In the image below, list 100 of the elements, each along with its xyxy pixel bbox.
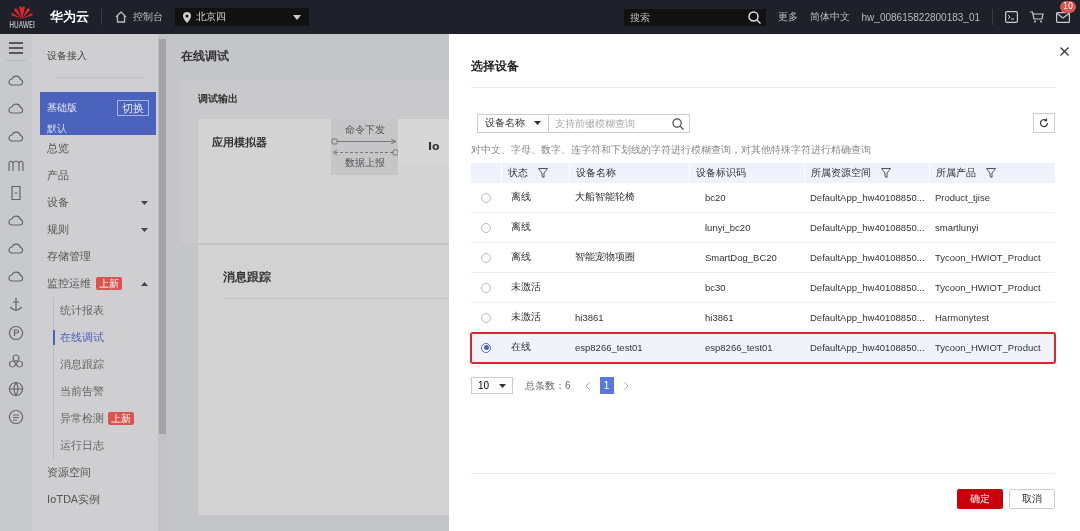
table-cell: bc30 (705, 282, 726, 293)
table-cell: bc20 (705, 192, 726, 203)
brand-name: 华为云 (50, 8, 90, 26)
field-select[interactable]: 设备名称 (477, 113, 549, 133)
column-header: 设备名称 (576, 166, 616, 180)
nav-item[interactable]: 产品 (47, 168, 69, 183)
table-cell: 在线 (511, 341, 531, 354)
cloud-icon[interactable] (8, 73, 24, 89)
table-cell: 离线 (511, 221, 531, 234)
page-size-select[interactable]: 10 (471, 377, 513, 394)
table-cell: DefaultApp_hw40108850... (810, 192, 925, 203)
column-header: 所属产品 (936, 166, 976, 180)
caret-down-icon[interactable] (534, 121, 541, 125)
close-icon[interactable] (1060, 47, 1069, 56)
caret-down-icon[interactable] (293, 14, 302, 20)
anchor-icon[interactable] (8, 297, 24, 313)
table-cell: Tycoon_HWIOT_Product (935, 252, 1041, 263)
console-link[interactable]: 控制台 (114, 10, 164, 24)
menu-icon[interactable] (9, 42, 23, 54)
cloud-icon[interactable] (8, 269, 24, 285)
location-pin-icon (183, 11, 192, 23)
cloud-icon[interactable] (8, 241, 24, 257)
arrows-drawing (330, 137, 399, 157)
table-cell: 未激活 (511, 311, 541, 324)
caret-down-icon[interactable] (499, 383, 506, 388)
nav-item[interactable]: 设备 (47, 195, 69, 210)
radio-button[interactable] (481, 222, 491, 233)
cluster-icon[interactable] (8, 353, 24, 369)
search-icon[interactable] (747, 10, 761, 24)
home-icon[interactable] (114, 10, 129, 24)
refresh-button[interactable] (1033, 113, 1055, 133)
page-title: 在线调试 (181, 48, 230, 65)
previous-page-icon[interactable] (584, 381, 590, 390)
table-cell: DefaultApp_hw40108850... (810, 342, 925, 353)
table-cell: Tycoon_HWIOT_Product (935, 282, 1041, 293)
radio-button[interactable] (481, 312, 491, 323)
nav-item[interactable]: 监控运维 (47, 276, 91, 291)
user-name[interactable]: hw_008615822800183_01 (861, 11, 980, 23)
confirm-button[interactable]: 确定 (957, 489, 1003, 509)
column-header: 状态 (508, 166, 528, 180)
top-link[interactable]: 更多 (777, 10, 798, 24)
nav-item[interactable]: 存储管理 (47, 249, 91, 264)
next-page-icon[interactable] (623, 381, 629, 390)
nav-sub-item[interactable]: 消息跟踪 (60, 357, 104, 372)
search-icon[interactable] (672, 117, 684, 130)
filter-icon[interactable] (538, 168, 548, 178)
caret-down-icon[interactable] (141, 227, 148, 232)
nav-sub-item[interactable]: 异常检测 (60, 411, 104, 426)
nav-sub-item[interactable]: 统计报表 (60, 303, 104, 318)
nav-sub-item[interactable]: 在线调试 (60, 330, 104, 345)
radio-button[interactable] (481, 192, 491, 203)
radio-button[interactable] (481, 282, 491, 293)
nav-item[interactable]: 规则 (47, 222, 69, 237)
search-field[interactable]: 搜索 (623, 8, 766, 26)
caret-up-icon[interactable] (141, 281, 148, 286)
phone-icon[interactable] (8, 185, 24, 201)
radio-button[interactable] (481, 342, 491, 353)
table-cell: esp8266_test01 (705, 342, 773, 353)
cancel-button[interactable]: 取消 (1009, 489, 1055, 509)
nav-item[interactable]: 总览 (47, 141, 69, 156)
new-badge: 上新 (96, 277, 122, 290)
list-icon[interactable] (8, 409, 24, 425)
top-link[interactable]: 简体中文 (809, 10, 850, 24)
filter-icon[interactable] (881, 168, 891, 178)
cloud-icon[interactable] (8, 101, 24, 117)
edition-name: 基础版 (47, 101, 77, 115)
filter-icon[interactable] (986, 168, 996, 178)
radio-button[interactable] (481, 252, 491, 263)
mail-icon[interactable] (1056, 11, 1070, 23)
cloud-icon[interactable] (8, 129, 24, 145)
region-select[interactable]: 北京四 (175, 8, 310, 26)
switch-button[interactable]: 切换 (117, 100, 149, 116)
table-cell: hi3861 (575, 312, 604, 323)
sidebar-title: 设备接入 (46, 49, 88, 63)
nav-item[interactable]: IoTDA实例 (47, 492, 101, 507)
refresh-icon (1039, 118, 1049, 128)
nav-item[interactable]: 资源空间 (47, 465, 91, 480)
cloud-icon[interactable] (8, 213, 24, 229)
edition-subtitle: 默认 (47, 122, 68, 136)
table-cell: 大船智能轮椅 (575, 191, 635, 204)
search-field[interactable]: 支持前缀模糊查询 (549, 113, 690, 133)
page-button[interactable]: 1 (599, 377, 614, 394)
table-cell: Harmonytest (935, 312, 989, 323)
column-header: 设备标识码 (696, 166, 746, 180)
column-header: 所属资源空间 (811, 166, 871, 180)
terminal-icon[interactable] (1005, 11, 1018, 23)
scrollbar-thumb[interactable] (159, 39, 166, 434)
nav-sub-item[interactable]: 当前告警 (60, 384, 104, 399)
flow-label: 命令下发 (344, 124, 385, 137)
coin-icon[interactable] (8, 325, 24, 341)
table-cell: 离线 (511, 251, 531, 264)
table-cell: hi3861 (705, 312, 734, 323)
caret-down-icon[interactable] (141, 200, 148, 205)
panel-title: 应用模拟器 (211, 135, 268, 150)
nav-sub-item[interactable]: 运行日志 (60, 438, 104, 453)
card-title: 消息跟踪 (223, 269, 272, 286)
globe-icon[interactable] (8, 381, 24, 397)
cart-icon[interactable] (1030, 11, 1044, 23)
flow-label: 数据上报 (344, 157, 385, 170)
table-cell: Product_tjise (935, 192, 990, 203)
